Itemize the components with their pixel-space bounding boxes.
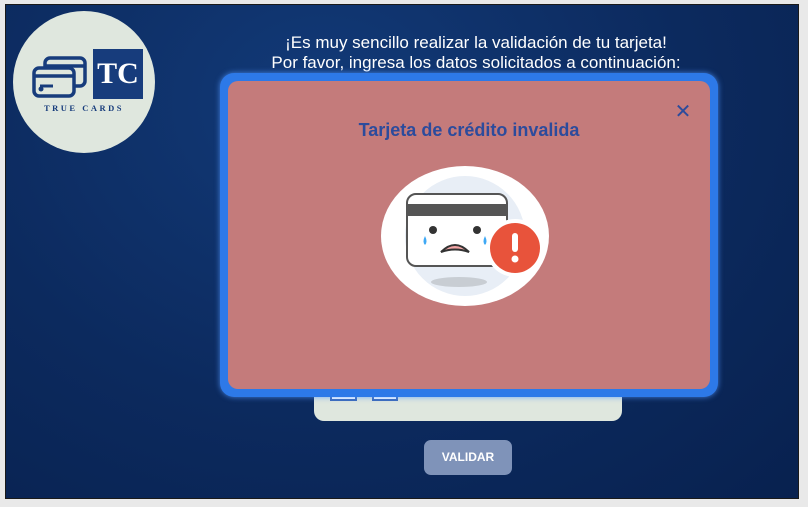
logo-initials: TC bbox=[93, 49, 143, 99]
intro-line-2: Por favor, ingresa los datos solicitados… bbox=[271, 53, 681, 72]
app-frame: TC TRUE CARDS ¡Es muy sencillo realizar … bbox=[5, 4, 799, 499]
close-icon[interactable]: ✕ bbox=[672, 101, 694, 123]
modal-title: Tarjeta de crédito invalida bbox=[358, 120, 580, 140]
logo-brand-text: TRUE CARDS bbox=[43, 103, 125, 113]
credit-cards-icon bbox=[32, 56, 87, 98]
error-modal: Tarjeta de crédito invalida ✕ bbox=[228, 81, 710, 389]
intro-line-1: ¡Es muy sencillo realizar la validación … bbox=[285, 33, 667, 52]
intro-text: ¡Es muy sencillo realizar la validación … bbox=[196, 33, 756, 73]
true-cards-logo: TC TRUE CARDS bbox=[13, 11, 155, 153]
validate-button[interactable]: VALIDAR bbox=[424, 440, 512, 475]
sad-card-error-icon bbox=[381, 166, 549, 306]
